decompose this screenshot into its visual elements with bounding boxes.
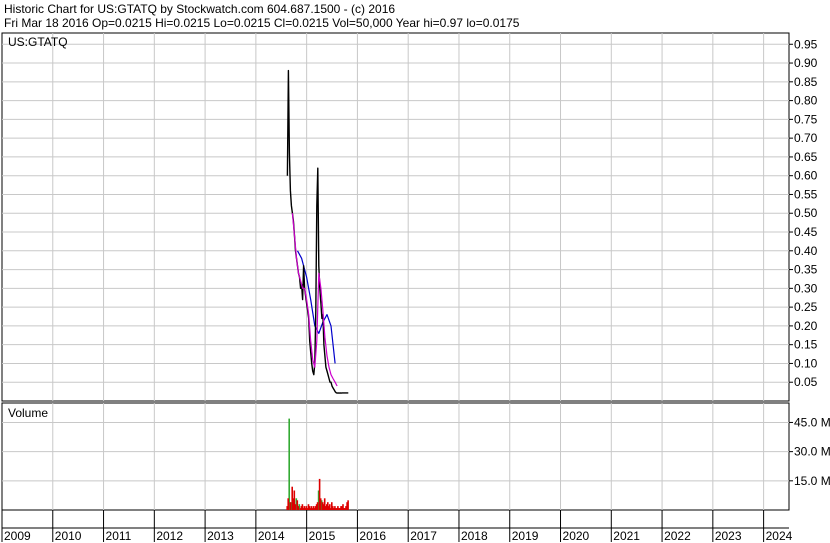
price-y-label: 0.05	[794, 375, 818, 389]
volume-panel: 45.0 M 30.0 M 15.0 M Volume	[1, 402, 830, 511]
price-y-label: 0.60	[794, 169, 818, 183]
volume-bar	[316, 502, 319, 510]
x-axis-label: 2022	[664, 529, 691, 543]
x-axis-label: 2010	[55, 529, 82, 543]
price-y-label: 0.10	[794, 356, 818, 370]
x-axis-label: 2017	[410, 529, 437, 543]
price-y-label: 0.15	[794, 338, 818, 352]
volume-bar	[297, 506, 300, 510]
stock-chart: Historic Chart for US:GTATQ by Stockwatc…	[1, 2, 830, 543]
price-panel-frame	[1, 32, 790, 402]
volume-panel-title: Volume	[8, 406, 48, 420]
x-axis-label: 2013	[207, 529, 234, 543]
volume-bar	[319, 498, 322, 510]
price-y-label: 0.35	[794, 263, 818, 277]
volume-bar	[289, 502, 291, 510]
volume-bar	[288, 418, 290, 510]
chart-header-quote: Fri Mar 18 2016 Op=0.0215 Hi=0.0215 Lo=0…	[4, 16, 520, 30]
price-y-label: 0.55	[794, 187, 818, 201]
chart-header-title: Historic Chart for US:GTATQ by Stockwatc…	[4, 2, 395, 16]
volume-y-label: 15.0 M	[794, 474, 830, 488]
price-y-label: 0.75	[794, 112, 818, 126]
price-y-label: 0.45	[794, 225, 818, 239]
price-panel-title: US:GTATQ	[8, 35, 68, 49]
price-y-label: 0.70	[794, 131, 818, 145]
price-y-axis: 0.95 0.90 0.85 0.80 0.75 0.70 0.65 0.60 0.55 0.50…	[789, 37, 818, 389]
volume-panel-frame	[1, 402, 790, 511]
price-y-label: 0.20	[794, 319, 818, 333]
x-axis-label: 2018	[461, 529, 488, 543]
x-axis-label: 2009	[4, 529, 31, 543]
x-axis-label: 2011	[106, 529, 132, 543]
x-axis-label: 2023	[715, 529, 742, 543]
x-axis-label: 2024	[766, 529, 793, 543]
price-y-label: 0.95	[794, 37, 818, 51]
price-y-label: 0.40	[794, 244, 818, 258]
price-y-label: 0.30	[794, 281, 818, 295]
x-axis-label: 2019	[512, 529, 539, 543]
price-y-label: 0.85	[794, 75, 818, 89]
x-axis-label: 2014	[258, 529, 285, 543]
volume-bars	[286, 418, 349, 510]
volume-bar	[347, 500, 349, 510]
volume-y-label: 45.0 M	[794, 415, 830, 429]
volume-y-label: 30.0 M	[794, 445, 830, 459]
price-y-label: 0.80	[794, 94, 818, 108]
x-axis-label: 2020	[563, 529, 590, 543]
x-axis: 2009 2010 2011 2012 2013 2014 2015 2016 2017 2018…	[1, 510, 793, 543]
price-grid	[2, 33, 789, 401]
price-y-label: 0.50	[794, 206, 818, 220]
x-axis-label: 2015	[309, 529, 336, 543]
price-y-label: 0.90	[794, 56, 818, 70]
price-y-label: 0.65	[794, 150, 818, 164]
x-axis-label: 2021	[613, 529, 640, 543]
x-axis-label: 2012	[156, 529, 183, 543]
volume-bar	[294, 504, 297, 510]
series-ma-short	[291, 213, 338, 387]
price-y-label: 0.25	[794, 300, 818, 314]
volume-grid	[2, 403, 789, 510]
volume-bar	[287, 498, 289, 510]
volume-y-axis: 45.0 M 30.0 M 15.0 M	[789, 415, 830, 488]
price-panel: 0.95 0.90 0.85 0.80 0.75 0.70 0.65 0.60 0.55 0.50…	[1, 32, 818, 402]
x-axis-label: 2016	[359, 529, 386, 543]
